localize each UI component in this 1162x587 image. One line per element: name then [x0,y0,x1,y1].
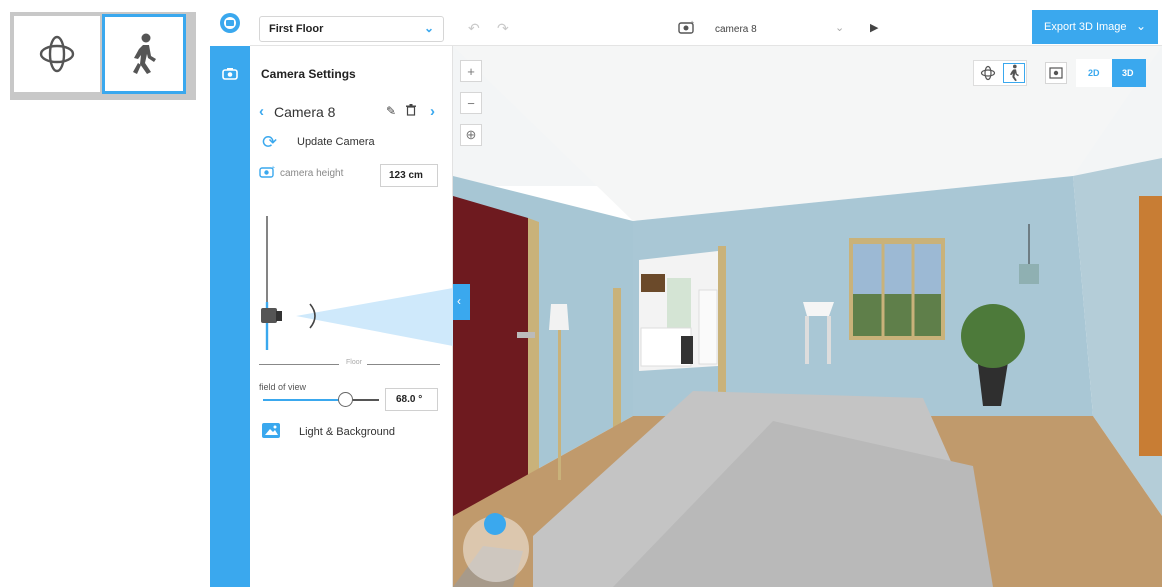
floor-label: Floor [346,359,362,366]
left-rail [210,0,250,587]
screenshot-icon [1049,67,1063,79]
camera-height-label: camera height [280,168,344,179]
camera-height-icon: + [259,164,277,184]
camera-view-cone [296,288,453,346]
table-leg [805,316,809,364]
top-toolbar: First Floor ⌄ ↶ ↷ + camera 8 ⌄ ▶ Export … [250,0,1162,46]
svg-text:+: + [271,165,275,172]
floor-select[interactable]: First Floor ⌄ [259,16,444,42]
oven [681,336,693,364]
play-icon[interactable]: ▶ [870,21,878,34]
camera-height-diagram [261,216,453,350]
chevron-down-icon: ⌄ [1135,19,1146,33]
app-logo-icon [220,13,240,33]
view-2d-button[interactable]: 2D [1080,63,1110,83]
trash-icon[interactable] [406,104,416,119]
light-background-button[interactable]: Light & Background [299,426,395,438]
walk-icon[interactable] [1003,63,1025,83]
zoom-out-button[interactable]: − [460,92,482,114]
door-frame [528,218,539,512]
screenshot-button[interactable] [1045,62,1067,84]
3d-viewport[interactable]: + − ⊕ ‹ 2D 3D [453,46,1162,587]
door-handle [517,332,535,338]
camera-select-value[interactable]: camera 8 [715,24,757,35]
chevron-down-icon[interactable]: ⌄ [835,21,844,34]
dining-table [803,302,834,316]
fov-slider-fill[interactable] [263,399,345,401]
camera-tool-button[interactable] [210,56,250,90]
app-logo[interactable] [210,0,250,46]
export-3d-image-button[interactable]: Export 3D Image ⌄ [1032,10,1158,44]
camera-settings-panel: Camera Settings ‹ Camera 8 ✎ › ⟳ Update … [250,46,453,587]
locate-button[interactable]: ⊕ [460,124,482,146]
side-panel [1139,196,1162,456]
camera-height-input[interactable]: 123 cm [380,164,438,187]
floor-line [259,364,339,365]
svg-text:+: + [690,20,694,27]
zoom-in-button[interactable]: + [460,60,482,82]
walk-mode-button[interactable] [102,14,186,94]
floor-lamp-pole [558,330,561,480]
redo-icon[interactable]: ↷ [497,20,509,37]
camera-icon [222,67,238,80]
undo-icon[interactable]: ↶ [468,20,480,37]
panel-title: Camera Settings [261,67,356,81]
camera-name: Camera 8 [274,104,336,120]
fov-slider-thumb[interactable] [338,392,353,407]
field-of-view-input[interactable]: 68.0 ° [385,388,438,411]
window-trees [853,294,941,336]
image-icon[interactable] [262,423,280,438]
app-window: First Floor ⌄ ↶ ↷ + camera 8 ⌄ ▶ Export … [210,0,1162,587]
plant [961,304,1025,368]
orbit-icon [39,35,75,73]
floor-lamp-shade [549,304,569,330]
chevron-down-icon: ⌄ [423,21,434,35]
orbit-mode-button[interactable] [14,16,100,92]
nav-mode-toggle [973,60,1027,86]
walk-icon [133,33,156,74]
next-camera-button[interactable]: › [430,103,435,120]
fridge [698,289,718,365]
locate-icon: ⊕ [465,127,477,142]
nav-mode-zoom-inset [10,12,196,100]
field-of-view-label: field of view [259,382,307,392]
refresh-icon[interactable]: ⟳ [262,132,277,153]
camera-lens [276,311,282,321]
orbit-icon[interactable] [980,65,996,86]
view-3d-button[interactable]: 3D [1112,59,1146,87]
camera-icon: + [678,19,696,40]
floor-select-value: First Floor [269,23,324,35]
floor-line [367,364,440,365]
joystick-handle[interactable] [484,513,506,535]
pencil-icon[interactable]: ✎ [386,104,396,118]
pendant-lamp [1019,264,1039,284]
export-label: Export 3D Image [1044,21,1127,33]
camera-height-handle[interactable] [261,308,277,323]
kitchen-cabinet [641,274,665,292]
previous-camera-button[interactable]: ‹ [259,103,264,120]
3d-scene [453,46,1162,587]
collapse-panel-button[interactable]: ‹ [453,284,470,320]
doorway-frame [718,246,726,406]
update-camera-button[interactable]: Update Camera [297,136,375,148]
doorway-frame [613,288,621,428]
view-toggle: 2D 3D [1076,59,1146,87]
kitchen-window [667,278,691,328]
table-leg [827,316,831,364]
